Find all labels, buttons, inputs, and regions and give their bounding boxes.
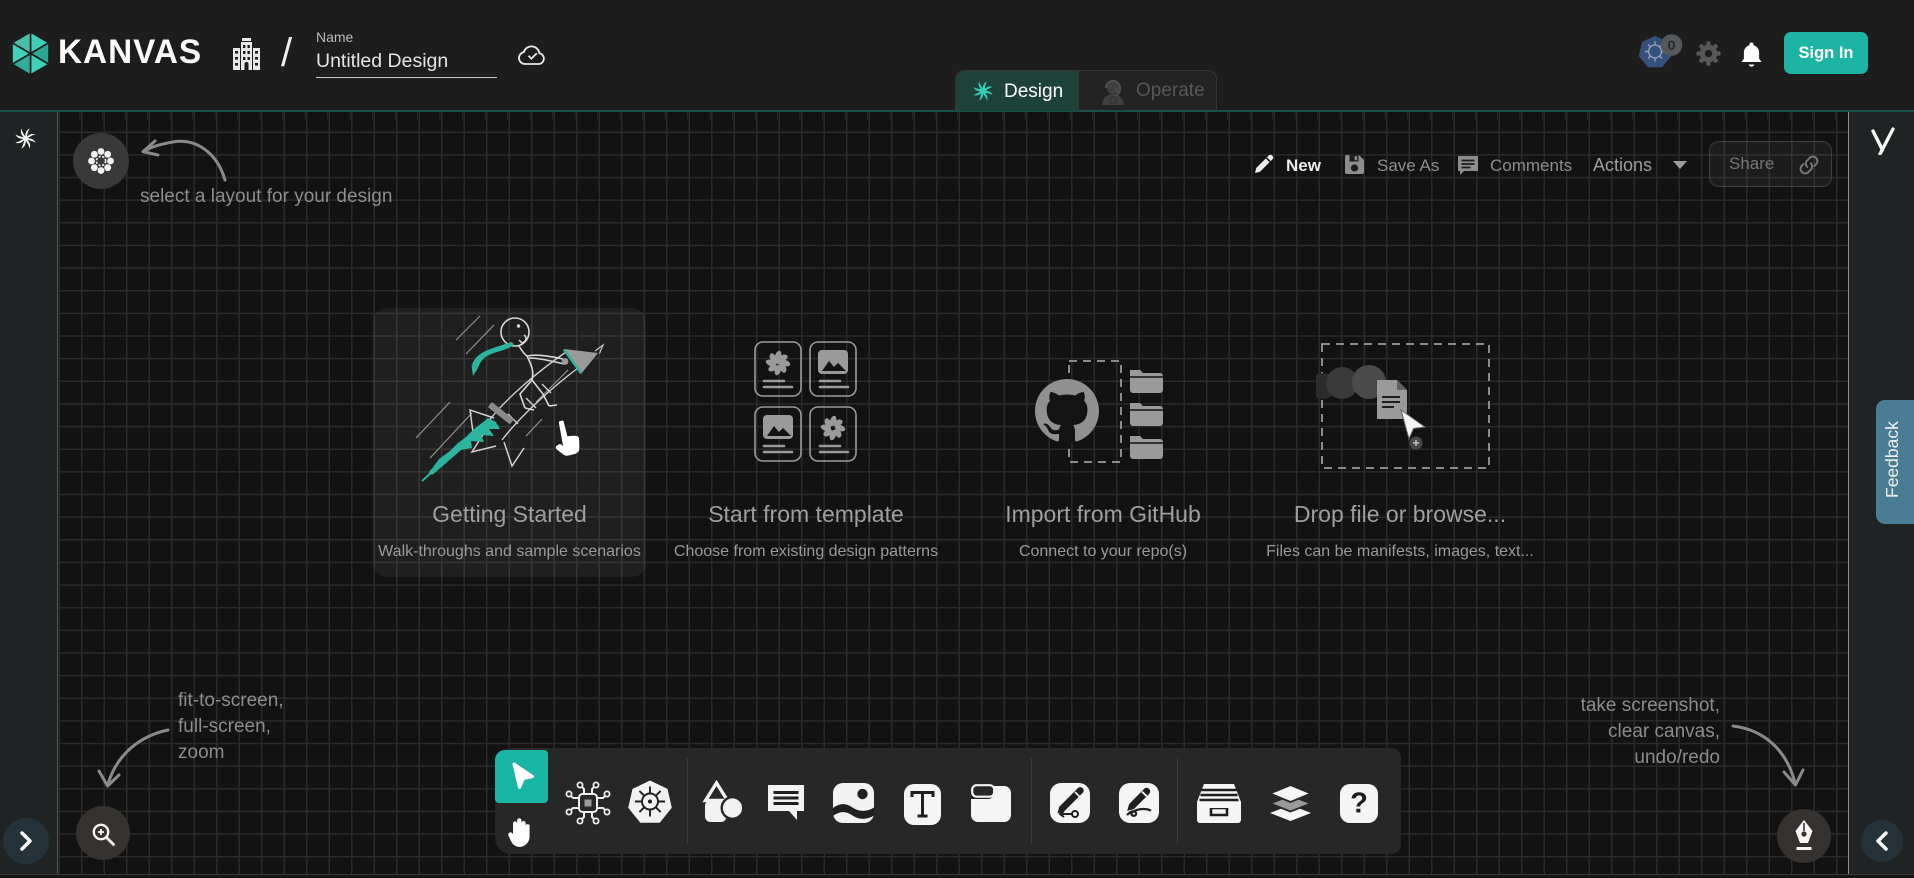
svg-text:0: 0 [1668,37,1676,53]
svg-text:?: ? [1350,788,1368,820]
